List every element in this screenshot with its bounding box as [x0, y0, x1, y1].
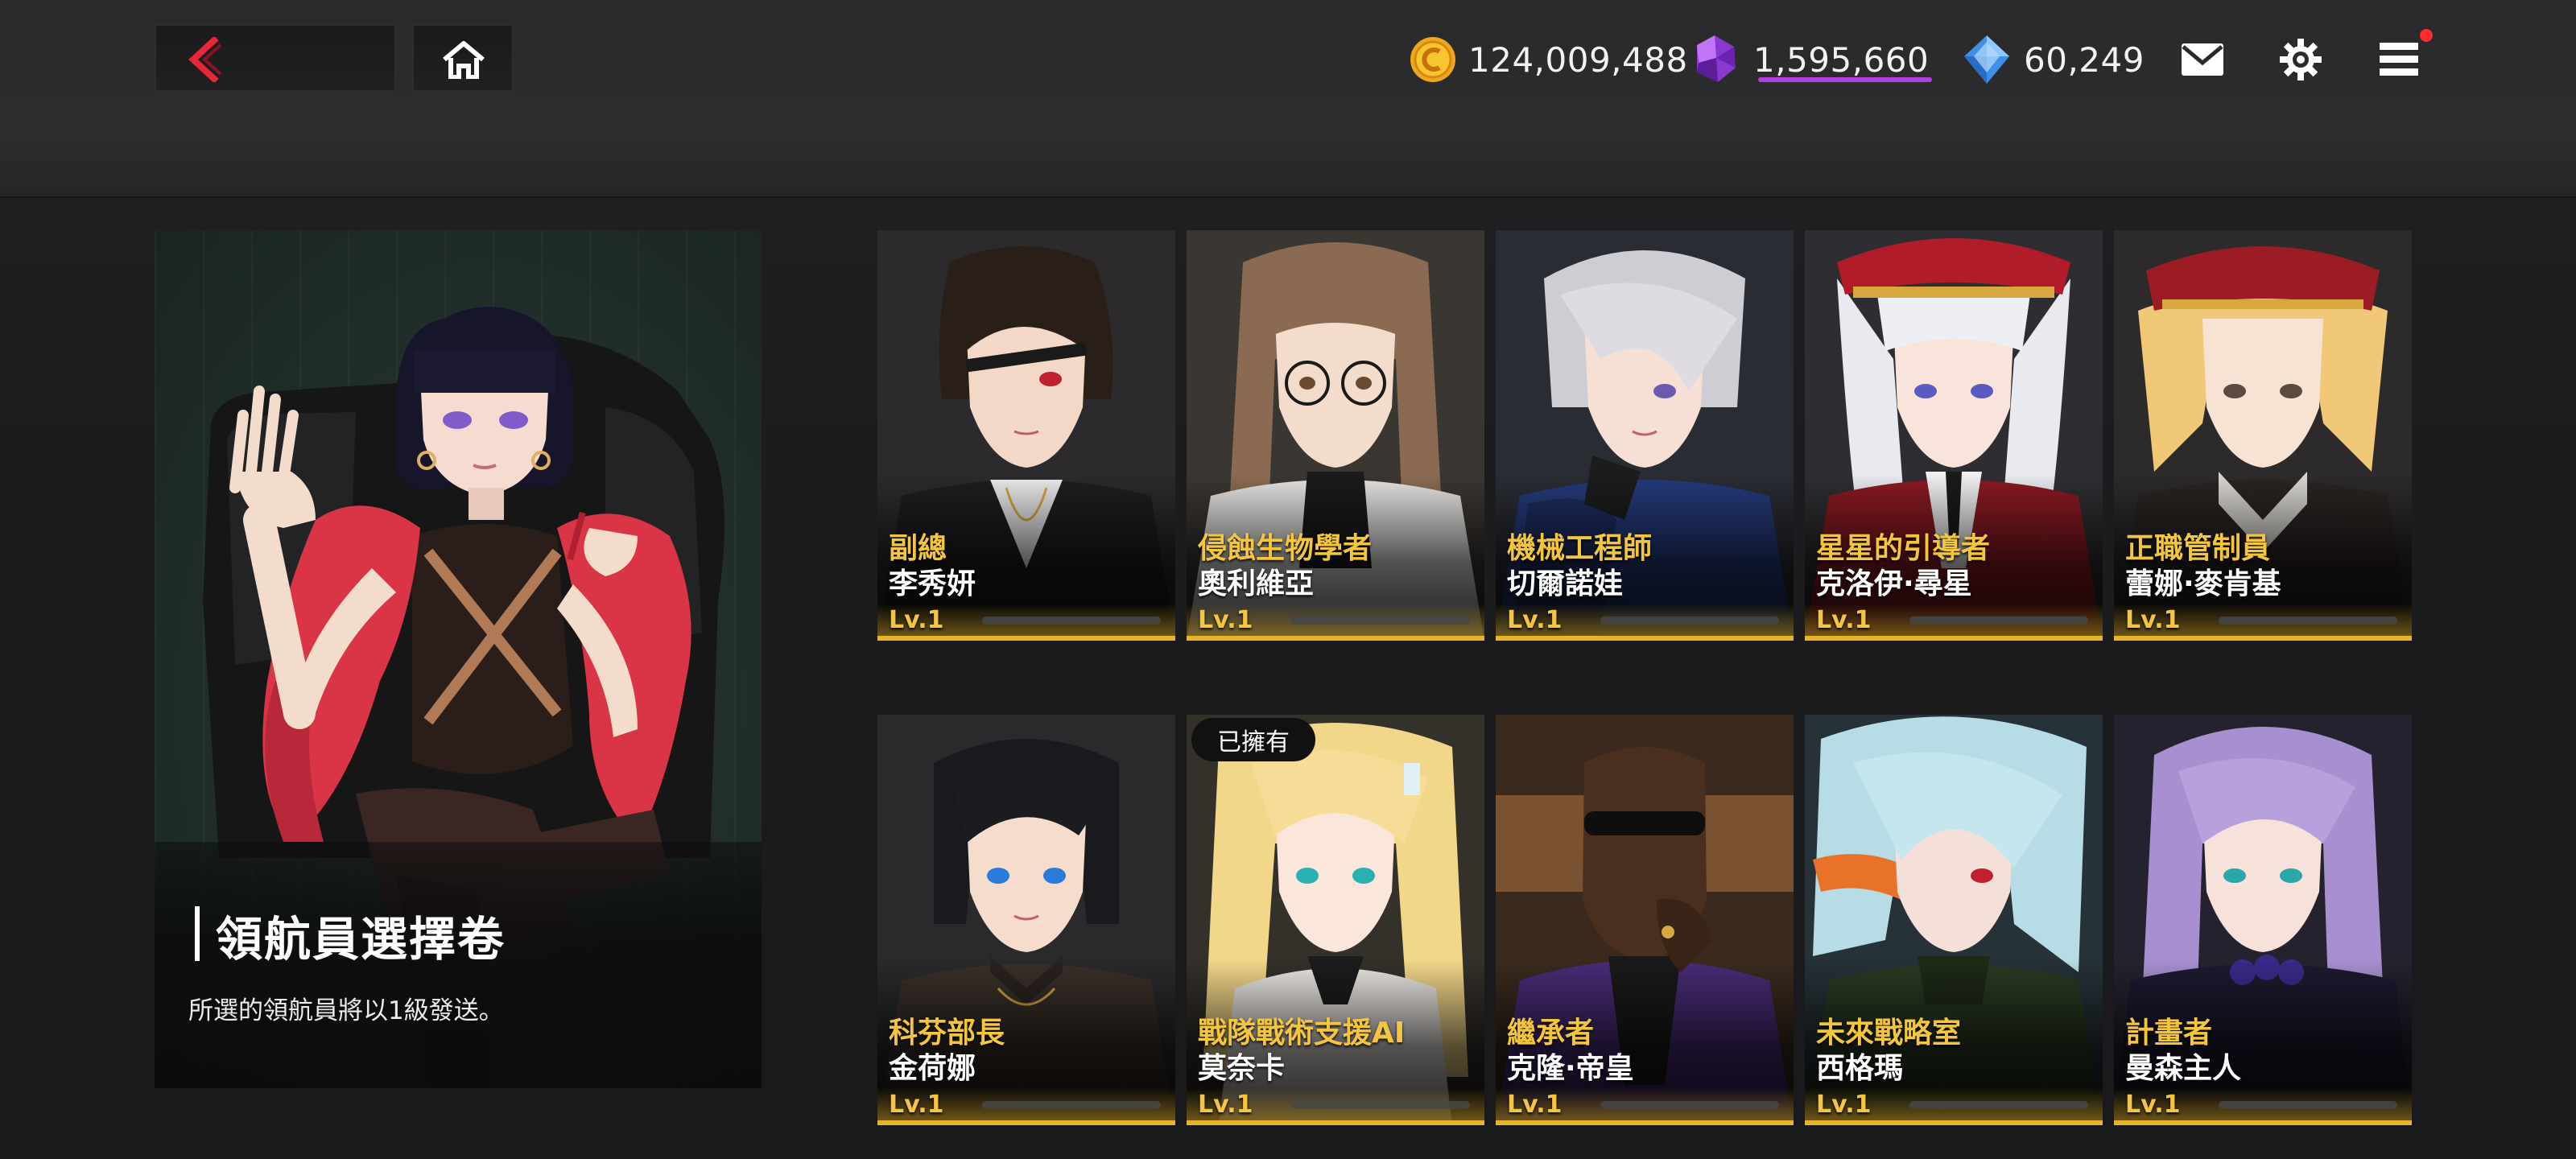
- navigator-select-screen: 124,009,488 1,595,660 60,249 領航員選擇卷 所選的領…: [0, 0, 2576, 1159]
- level-progress-bar: [1291, 1101, 1470, 1109]
- character-level: Lv.1: [1507, 1091, 1563, 1119]
- character-level: Lv.1: [889, 606, 944, 634]
- gold-coin-icon: [1410, 37, 1455, 82]
- owned-badge: 已擁有: [1191, 718, 1315, 761]
- character-level: Lv.1: [2125, 1091, 2181, 1119]
- diamond-currency: 60,249: [1959, 29, 2145, 90]
- character-level: Lv.1: [1816, 606, 1872, 634]
- character-card[interactable]: 未來戰略室 西格瑪 Lv.1: [1805, 715, 2103, 1125]
- character-card[interactable]: 侵蝕生物學者 奧利維亞 Lv.1: [1187, 230, 1484, 641]
- mail-button[interactable]: [2172, 29, 2233, 90]
- gear-icon: [2280, 39, 2322, 80]
- character-card[interactable]: 科芬部長 金荷娜 Lv.1: [877, 715, 1175, 1125]
- character-name: 克隆·帝皇: [1507, 1052, 1634, 1085]
- settings-button[interactable]: [2270, 29, 2331, 90]
- character-level: Lv.1: [889, 1091, 944, 1119]
- level-progress-bar: [1600, 1101, 1779, 1109]
- character-name: 曼森主人: [2125, 1052, 2242, 1085]
- level-progress-bar: [982, 617, 1161, 625]
- diamond-amount: 60,249: [2024, 39, 2145, 80]
- level-progress-bar: [1600, 617, 1779, 625]
- character-name: 克洛伊·尋星: [1816, 567, 1972, 600]
- character-name: 切爾諾娃: [1507, 567, 1624, 600]
- ticket-caption: 領航員選擇卷 所選的領航員將以1級發送。: [155, 842, 762, 1088]
- top-bar: 124,009,488 1,595,660 60,249: [0, 0, 2576, 198]
- mail-icon: [2182, 43, 2223, 76]
- level-progress-bar: [1291, 617, 1470, 625]
- gold-amount: 124,009,488: [1468, 39, 1688, 80]
- character-level: Lv.1: [1198, 606, 1253, 634]
- character-card[interactable]: 正職管制員 蕾娜·麥肯基 Lv.1: [2114, 230, 2412, 641]
- level-progress-bar: [2219, 617, 2397, 625]
- gold-currency: 124,009,488: [1407, 29, 1688, 90]
- character-name: 莫奈卡: [1198, 1052, 1286, 1085]
- level-progress-bar: [1909, 617, 2088, 625]
- title-accent-bar: [195, 906, 200, 961]
- character-card[interactable]: 戰隊戰術支援AI 莫奈卡 Lv.1: [1187, 715, 1484, 1125]
- character-card[interactable]: 星星的引導者 克洛伊·尋星 Lv.1: [1805, 230, 2103, 641]
- character-name: 金荷娜: [889, 1052, 976, 1085]
- character-name: 西格瑪: [1816, 1052, 1904, 1085]
- crystal-underline: [1758, 77, 1932, 82]
- character-level: Lv.1: [1507, 606, 1563, 634]
- level-progress-bar: [2219, 1101, 2397, 1109]
- character-level: Lv.1: [1198, 1091, 1253, 1119]
- character-name: 奧利維亞: [1198, 567, 1315, 600]
- hamburger-menu-icon: [2380, 43, 2418, 76]
- character-level: Lv.1: [1816, 1091, 1872, 1119]
- purple-crystal-icon: [1697, 35, 1736, 82]
- home-button[interactable]: [412, 24, 514, 92]
- character-card[interactable]: 副總 李秀妍 Lv.1: [877, 230, 1175, 641]
- level-progress-bar: [1909, 1101, 2088, 1109]
- character-card[interactable]: 計畫者 曼森主人 Lv.1: [2114, 715, 2412, 1125]
- home-icon: [443, 41, 485, 79]
- crystal-amount: 1,595,660: [1753, 39, 1930, 80]
- back-button[interactable]: [155, 24, 396, 92]
- character-name: 蕾娜·麥肯基: [2125, 567, 2281, 600]
- blue-diamond-icon: [1964, 35, 2009, 84]
- ticket-description: 所選的領航員將以1級發送。: [188, 996, 504, 1025]
- character-card[interactable]: 繼承者 克隆·帝皇 Lv.1: [1496, 715, 1794, 1125]
- character-level: Lv.1: [2125, 606, 2181, 634]
- notification-dot: [2420, 29, 2433, 42]
- level-progress-bar: [982, 1101, 1161, 1109]
- ticket-feature-panel: 領航員選擇卷 所選的領航員將以1級發送。: [155, 230, 762, 1088]
- character-name: 李秀妍: [889, 567, 976, 600]
- character-card[interactable]: 機械工程師 切爾諾娃 Lv.1: [1496, 230, 1794, 641]
- ticket-title: 領航員選擇卷: [216, 912, 506, 967]
- back-arrow-icon: [188, 37, 222, 82]
